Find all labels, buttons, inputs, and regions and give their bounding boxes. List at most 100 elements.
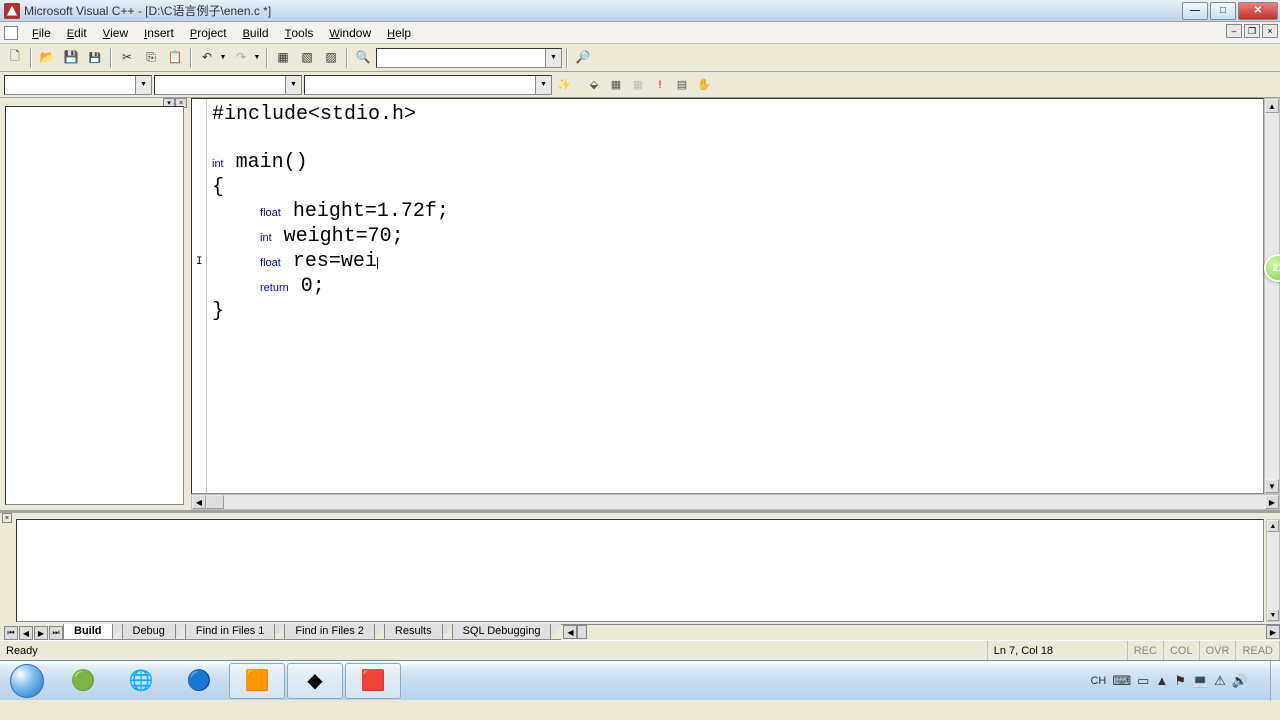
member-combo[interactable]: ▼ — [304, 75, 552, 95]
paste-button[interactable] — [164, 47, 186, 69]
output-scroll-down[interactable]: ▼ — [1267, 609, 1279, 621]
tray-ime-icon[interactable]: ⌨ — [1112, 673, 1131, 689]
main-area: ▾ × #include<stdio.h> int main() { float… — [0, 98, 1280, 510]
taskbar-chrome[interactable]: 🌐 — [113, 663, 169, 699]
scroll-up-button[interactable]: ▲ — [1265, 99, 1279, 113]
output-hscroll-right[interactable]: ▶ — [1266, 625, 1280, 639]
wizard-toolbar: ▼ ▼ ▼ ✨ ⬙ ▦ ▦ ! ▤ ✋ — [0, 72, 1280, 98]
output-text[interactable] — [16, 519, 1264, 622]
new-button[interactable] — [4, 47, 26, 69]
workspace-button-3[interactable] — [320, 47, 342, 69]
stop-build-button[interactable]: ▦ — [628, 75, 648, 95]
breakpoint-button[interactable]: ✋ — [694, 75, 714, 95]
tab-nav-prev[interactable]: ◀ — [19, 626, 33, 640]
menu-build[interactable]: Build — [235, 24, 277, 42]
menu-view[interactable]: View — [95, 24, 136, 42]
open-icon — [40, 50, 55, 65]
find-in-files-button[interactable] — [352, 47, 374, 69]
code-editor[interactable]: #include<stdio.h> int main() { float hei… — [191, 98, 1264, 494]
go-button[interactable]: ▤ — [672, 75, 692, 95]
search-button[interactable] — [572, 47, 594, 69]
tab-build[interactable]: Build — [63, 624, 113, 640]
output-icon — [301, 50, 312, 65]
mdi-restore-button[interactable]: ❐ — [1244, 24, 1260, 38]
tab-sql[interactable]: SQL Debugging — [452, 624, 552, 640]
taskbar-app-3[interactable]: 🔵 — [171, 663, 227, 699]
status-ovr: OVR — [1200, 641, 1237, 660]
hscroll-thumb[interactable] — [206, 495, 224, 509]
taskbar-powerpoint[interactable]: 🟧 — [229, 663, 285, 699]
scroll-left-button[interactable]: ◀ — [192, 495, 206, 509]
editor-margin — [206, 99, 207, 493]
tray-shield-icon[interactable]: ⚑ — [1174, 673, 1186, 689]
open-button[interactable] — [36, 47, 58, 69]
mdi-doc-icon[interactable] — [4, 26, 18, 40]
output-scroll-up[interactable]: ▲ — [1267, 520, 1279, 532]
scroll-down-button[interactable]: ▼ — [1265, 479, 1279, 493]
start-button[interactable] — [0, 661, 54, 701]
tab-fif1[interactable]: Find in Files 1 — [185, 624, 275, 640]
tab-results[interactable]: Results — [384, 624, 443, 640]
undo-dropdown[interactable]: ▼ — [218, 47, 228, 69]
output-tabs: ⏮ ◀ ▶ ⏭ Build Debug Find in Files 1 Find… — [0, 622, 1280, 640]
workspace-icon — [277, 50, 288, 65]
copy-icon — [146, 51, 156, 65]
tray-network-icon[interactable]: 💻 — [1192, 673, 1208, 689]
copy-button[interactable] — [140, 47, 162, 69]
menu-tools[interactable]: Tools — [277, 24, 322, 42]
menu-project[interactable]: Project — [182, 24, 235, 42]
find-combo[interactable]: ▼ — [376, 48, 562, 68]
filter-combo[interactable]: ▼ — [154, 75, 302, 95]
minimize-button[interactable]: — — [1182, 2, 1208, 20]
tab-fif2[interactable]: Find in Files 2 — [284, 624, 374, 640]
taskbar-app-6[interactable]: 🟥 — [345, 663, 401, 699]
titlebar: Microsoft Visual C++ - [D:\C语言例子\enen.c … — [0, 0, 1280, 22]
tab-debug[interactable]: Debug — [122, 624, 176, 640]
menu-help[interactable]: Help — [379, 24, 419, 42]
editor-wrap: #include<stdio.h> int main() { float hei… — [189, 98, 1280, 510]
tab-nav-next[interactable]: ▶ — [34, 626, 48, 640]
editor-hscroll[interactable]: ◀ ▶ — [191, 494, 1280, 510]
workspace-tree[interactable] — [5, 106, 184, 505]
build-button[interactable]: ▦ — [606, 75, 626, 95]
class-combo[interactable]: ▼ — [4, 75, 152, 95]
redo-button[interactable] — [230, 47, 252, 69]
output-close-button[interactable]: × — [2, 513, 12, 523]
mdi-minimize-button[interactable]: – — [1226, 24, 1242, 38]
taskbar-app-1[interactable]: 🟢 — [55, 663, 111, 699]
undo-button[interactable] — [196, 47, 218, 69]
tray-warn-icon[interactable]: ⚠ — [1214, 673, 1226, 689]
menu-window[interactable]: Window — [321, 24, 379, 42]
workspace-button-2[interactable] — [296, 47, 318, 69]
wand-button[interactable]: ✨ — [554, 75, 574, 95]
tray-up-icon[interactable]: ▲ — [1155, 673, 1168, 688]
tab-nav-last[interactable]: ⏭ — [49, 626, 63, 640]
cut-button[interactable] — [116, 47, 138, 69]
execute-button[interactable]: ! — [650, 75, 670, 95]
save-button[interactable] — [60, 47, 82, 69]
tray-flag-icon[interactable]: ▭ — [1137, 673, 1149, 689]
tray-volume-icon[interactable]: 🔊 — [1232, 673, 1248, 689]
output-hscroll-left[interactable]: ◀ — [563, 625, 577, 639]
output-vscroll[interactable]: ▲ ▼ — [1266, 519, 1280, 622]
ime-indicator[interactable]: CH — [1090, 675, 1106, 687]
mdi-close-button[interactable]: × — [1262, 24, 1278, 38]
search-icon — [576, 50, 591, 65]
taskbar-msvc[interactable]: ◆ — [287, 663, 343, 699]
close-button[interactable]: ✕ — [1238, 2, 1278, 20]
save-all-button[interactable] — [84, 47, 106, 69]
redo-dropdown[interactable]: ▼ — [252, 47, 262, 69]
menu-edit[interactable]: Edit — [59, 24, 95, 42]
editor-vscroll[interactable]: ▲ ▼ — [1264, 98, 1280, 494]
workspace-button-1[interactable] — [272, 47, 294, 69]
menu-insert[interactable]: Insert — [136, 24, 182, 42]
status-read: READ — [1236, 641, 1280, 660]
maximize-button[interactable]: □ — [1210, 2, 1236, 20]
compile-button[interactable]: ⬙ — [584, 75, 604, 95]
output-hscroll-thumb[interactable] — [577, 625, 587, 639]
scroll-right-button[interactable]: ▶ — [1265, 495, 1279, 509]
windows-icon — [325, 50, 336, 65]
menu-file[interactable]: File — [24, 24, 59, 42]
show-desktop-button[interactable] — [1270, 661, 1280, 701]
tab-nav-first[interactable]: ⏮ — [4, 626, 18, 640]
